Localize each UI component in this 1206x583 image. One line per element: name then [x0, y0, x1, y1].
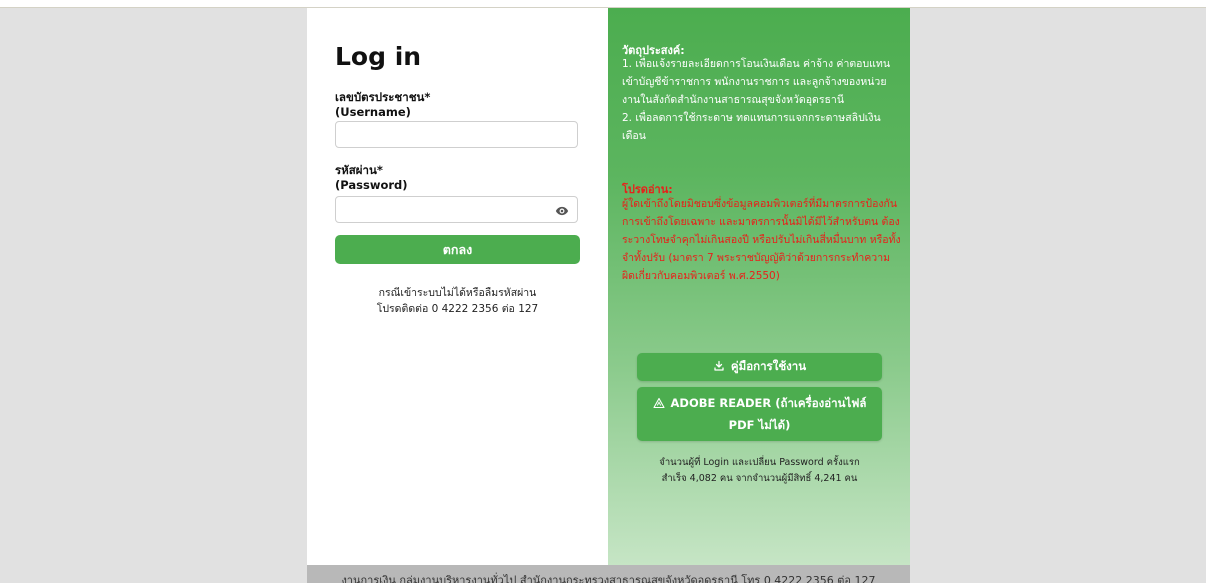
password-label: รหัสผ่าน* — [335, 163, 383, 177]
stats-line: จำนวนผู้ที่ Login และเปลี่ยน Password คร… — [659, 457, 860, 468]
login-card: Log in เลขบัตรประชาชน* (Username) รหัสผ่… — [307, 8, 910, 565]
stats-count-line: สำเร็จ 4,082 คน จากจำนวนผู้มีสิทธิ์ 4,24… — [661, 473, 858, 484]
eye-icon[interactable] — [555, 203, 569, 217]
username-input[interactable] — [335, 121, 578, 148]
page-title: Log in — [335, 42, 422, 71]
username-sublabel: (Username) — [335, 105, 411, 119]
manual-download-button[interactable]: คู่มือการใช้งาน — [637, 353, 882, 381]
adobe-reader-button[interactable]: ADOBE READER (ถ้าเครื่องอ่านไฟล์ PDF ไม่… — [637, 387, 882, 441]
objective-text: 1. เพื่อแจ้งรายละเอียดการโอนเงินเดือน ค่… — [622, 55, 902, 145]
objective-item: 1. เพื่อแจ้งรายละเอียดการโอนเงินเดือน ค่… — [622, 58, 890, 106]
help-contact-line: โปรดติดต่อ 0 4222 2356 ต่อ 127 — [376, 303, 539, 315]
adobe-label: ADOBE READER (ถ้าเครื่องอ่านไฟล์ PDF ไม่… — [670, 396, 867, 432]
submit-button[interactable]: ตกลง — [335, 235, 580, 264]
username-label: เลขบัตรประชาชน* — [335, 90, 431, 104]
footer-text: งานการเงิน กลุ่มงานบริหารงานทั่วไป สำนัก… — [341, 574, 876, 583]
info-panel: วัตถุประสงค์: 1. เพื่อแจ้งรายละเอียดการโ… — [608, 8, 910, 565]
help-text: กรณีเข้าระบบไม่ได้หรือลืมรหัสผ่าน โปรดติ… — [335, 285, 580, 317]
download-icon — [714, 360, 724, 371]
warning-triangle-icon — [652, 397, 665, 409]
login-panel: Log in เลขบัตรประชาชน* (Username) รหัสผ่… — [307, 8, 608, 565]
top-bar — [0, 0, 1206, 8]
objective-item: 2. เพื่อลดการใช้กระดาษ ทดแทนการแจกกระดาษ… — [622, 112, 881, 142]
warning-text: ผู้ใดเข้าถึงโดยมิชอบซึ่งข้อมูลคอมพิวเตอร… — [622, 198, 901, 282]
password-input[interactable] — [335, 196, 578, 223]
footer-bar: งานการเงิน กลุ่มงานบริหารงานทั่วไป สำนัก… — [307, 565, 910, 583]
help-line: กรณีเข้าระบบไม่ได้หรือลืมรหัสผ่าน — [378, 287, 537, 299]
manual-label: คู่มือการใช้งาน — [730, 359, 807, 373]
login-stats: จำนวนผู้ที่ Login และเปลี่ยน Password คร… — [622, 455, 897, 487]
password-sublabel: (Password) — [335, 178, 408, 192]
